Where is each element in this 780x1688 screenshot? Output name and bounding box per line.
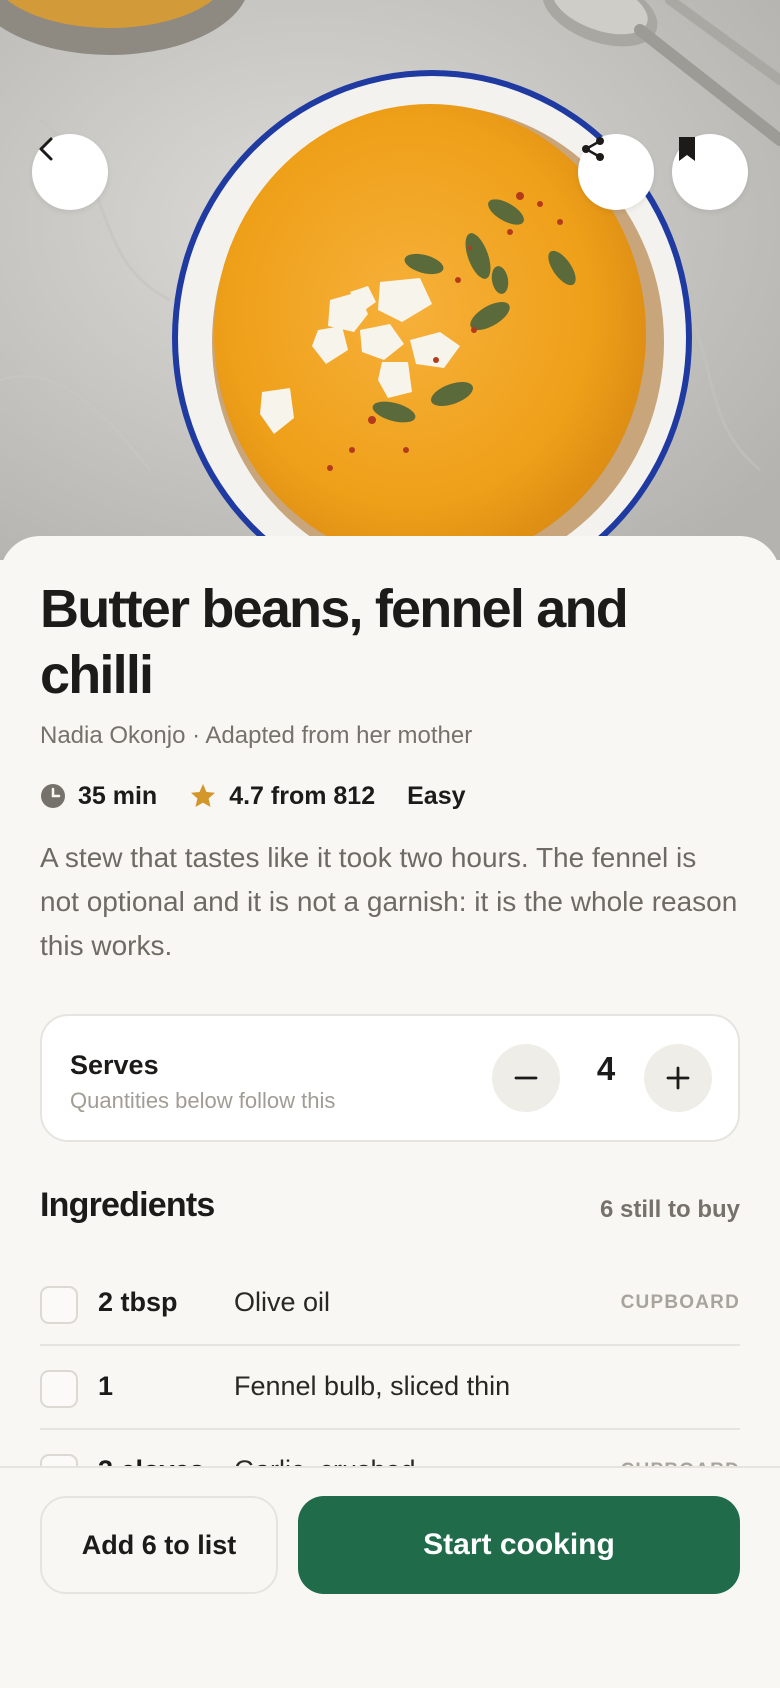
share-icon xyxy=(582,137,604,161)
increase-serves-button[interactable] xyxy=(644,1044,712,1112)
recipe-title: Butter beans, fennel and chilli xyxy=(40,579,629,705)
ingredient-row[interactable]: 2 tbsp Olive oil CUPBOARD xyxy=(40,1262,740,1346)
plus-icon xyxy=(666,1066,690,1090)
cook-time-value: 35 min xyxy=(78,781,158,810)
hero-image xyxy=(0,0,780,560)
chevron-left-icon xyxy=(39,137,53,161)
rating: 4.7 from 812 xyxy=(189,782,375,811)
ingredient-quantity: 1 xyxy=(98,1371,114,1401)
ingredient-quantity: 2 tbsp xyxy=(98,1287,178,1317)
ingredient-tag: CUPBOARD xyxy=(620,1292,740,1313)
bookmark-icon xyxy=(679,137,695,161)
share-button[interactable] xyxy=(578,134,654,210)
decrease-serves-button[interactable] xyxy=(492,1044,560,1112)
start-cooking-button[interactable]: Start cooking xyxy=(298,1496,740,1594)
ingredient-name: Olive oil xyxy=(234,1287,331,1317)
ingredient-name: Fennel bulb, sliced thin xyxy=(234,1371,511,1401)
serves-hint: Quantities below follow this xyxy=(70,1088,336,1113)
recipe-byline: Nadia Okonjo · Adapted from her mother xyxy=(40,722,473,749)
difficulty: Easy xyxy=(407,782,465,811)
bookmark-button[interactable] xyxy=(672,134,748,210)
recipe-description: A stew that tastes like it took two hour… xyxy=(40,842,738,961)
ingredient-checkbox[interactable] xyxy=(40,1370,78,1408)
ingredients-heading: Ingredients xyxy=(40,1186,215,1224)
serves-card: Serves Quantities below follow this 4 xyxy=(40,1014,740,1142)
add-to-list-button[interactable]: Add 6 to list xyxy=(40,1496,278,1594)
serves-count: 4 xyxy=(596,1050,616,1087)
minus-icon xyxy=(514,1076,538,1080)
clock-icon xyxy=(41,784,65,808)
ingredient-row[interactable]: 1 Fennel bulb, sliced thin xyxy=(40,1346,740,1430)
serves-label: Serves xyxy=(70,1050,159,1080)
cook-time: 35 min xyxy=(40,782,157,811)
rating-value: 4.7 from 812 xyxy=(229,781,376,810)
recipe-meta: 35 min 4.7 from 812 Easy xyxy=(40,778,498,814)
difficulty-value: Easy xyxy=(407,781,466,810)
back-button[interactable] xyxy=(32,134,108,210)
action-bar: Add 6 to list Start cooking xyxy=(0,1466,780,1688)
ingredients-status: 6 still to buy xyxy=(599,1196,740,1223)
ingredient-checkbox[interactable] xyxy=(40,1286,78,1324)
star-icon xyxy=(191,784,216,807)
soup-bowl-illustration xyxy=(0,0,780,560)
